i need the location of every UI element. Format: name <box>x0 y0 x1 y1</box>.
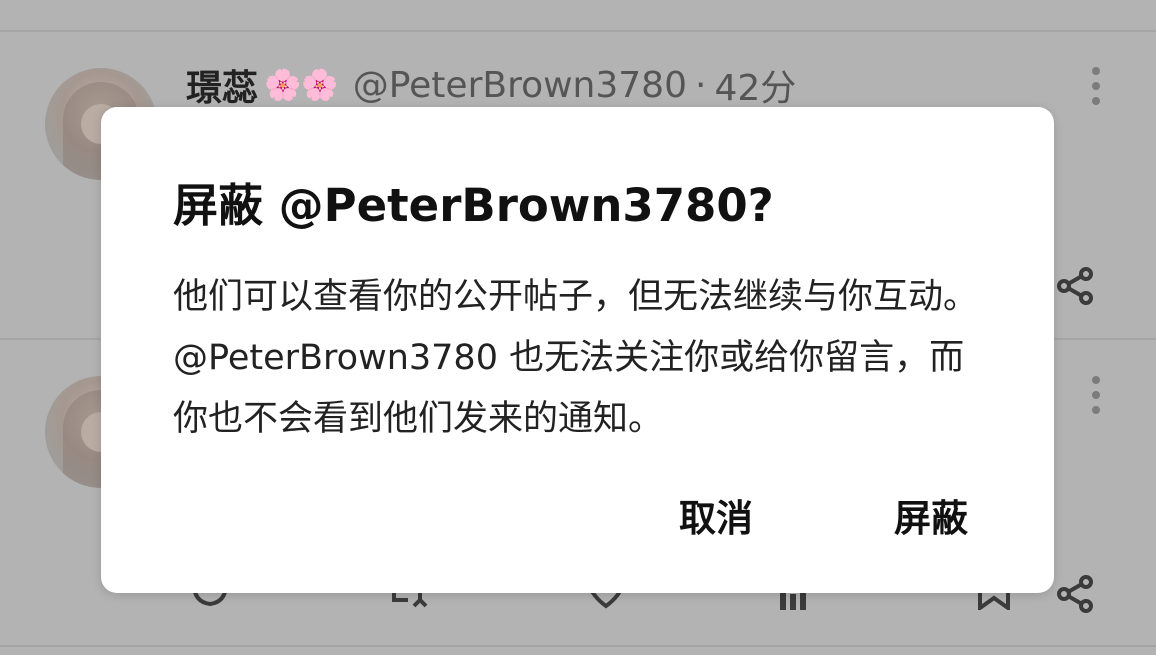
share-icon[interactable] <box>1056 266 1096 306</box>
share-icon[interactable] <box>1056 574 1096 614</box>
divider <box>0 645 1156 647</box>
block-button[interactable]: 屏蔽 <box>894 491 968 547</box>
timestamp[interactable]: 42分 <box>714 59 796 111</box>
display-name[interactable]: 璟蕊 <box>186 59 258 111</box>
dialog-title: 屏蔽 @PeterBrown3780? <box>173 179 774 232</box>
block-user-dialog: 屏蔽 @PeterBrown3780? 他们可以查看你的公开帖子，但无法继续与你… <box>101 107 1054 593</box>
divider <box>0 30 1156 32</box>
tweet-header: 璟蕊 🌸🌸 @PeterBrown3780 · 42分 <box>186 59 796 111</box>
cancel-button[interactable]: 取消 <box>679 491 753 547</box>
user-handle[interactable]: @PeterBrown3780 <box>353 65 687 106</box>
more-vertical-icon[interactable] <box>1088 375 1104 415</box>
flower-emoji: 🌸🌸 <box>264 67 339 103</box>
separator-dot: · <box>694 64 707 106</box>
dialog-message: 他们可以查看你的公开帖子，但无法继续与你互动。@PeterBrown3780 也… <box>173 277 979 439</box>
more-vertical-icon[interactable] <box>1088 66 1104 106</box>
